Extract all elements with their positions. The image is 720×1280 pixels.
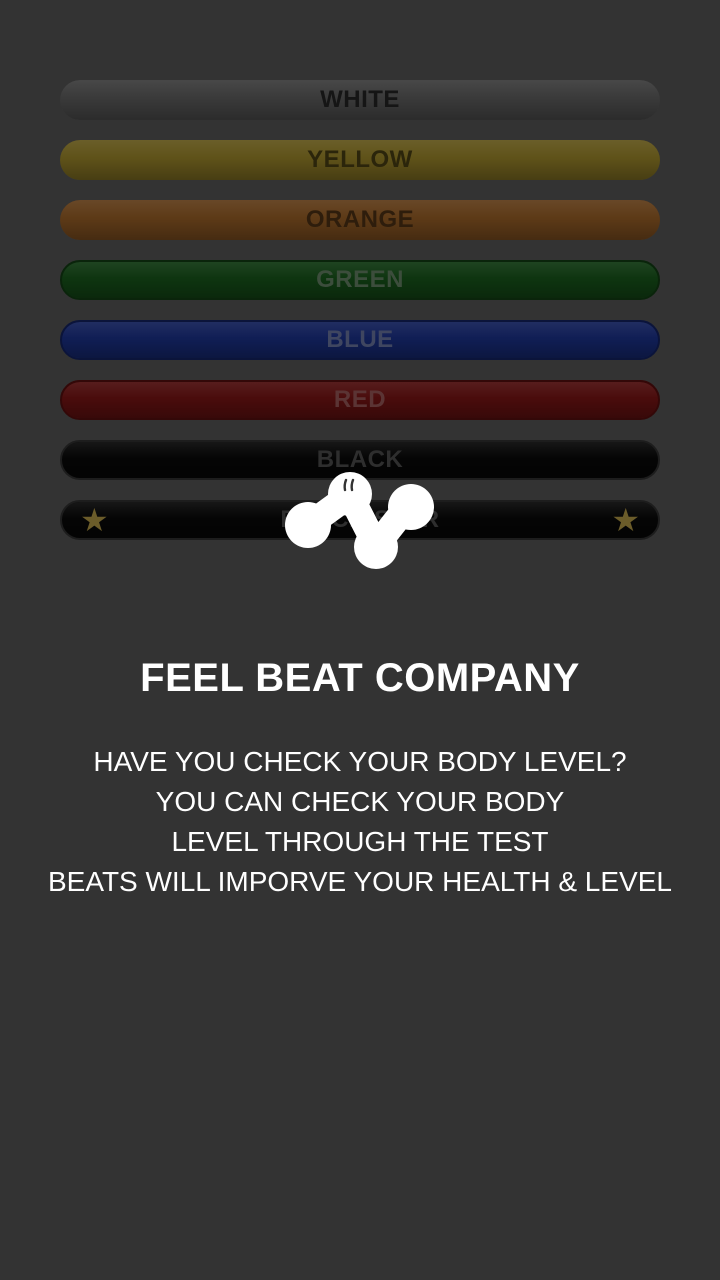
- belt-level-label: RED: [333, 386, 387, 413]
- feel-beat-logo-icon: [280, 468, 440, 574]
- company-name: FEEL BEAT COMPANY: [140, 656, 580, 700]
- belt-level-red: RED: [60, 380, 660, 420]
- belt-level-label: BLUE: [326, 326, 394, 353]
- belt-level-yellow: YELLOW: [60, 140, 660, 180]
- star-icon: ★: [611, 502, 640, 538]
- description-line: LEVEL THROUGH THE TEST: [171, 826, 549, 857]
- description-line: YOU CAN CHECK YOUR BODY: [155, 786, 565, 817]
- splash-screen: WHITE YELLOW ORANGE GREEN BLUE RED BLACK…: [0, 0, 720, 1280]
- belt-level-white: WHITE: [60, 80, 660, 120]
- belt-level-label: WHITE: [320, 86, 400, 113]
- belt-level-label: GREEN: [316, 266, 404, 293]
- star-icon: ★: [80, 502, 109, 538]
- description-line: HAVE YOU CHECK YOUR BODY LEVEL?: [93, 746, 627, 777]
- belt-level-label: ORANGE: [305, 206, 415, 233]
- belt-level-orange: ORANGE: [60, 200, 660, 240]
- belt-level-green: GREEN: [60, 260, 660, 300]
- intro-description: HAVE YOU CHECK YOUR BODY LEVEL? YOU CAN …: [0, 742, 720, 902]
- belt-level-blue: BLUE: [60, 320, 660, 360]
- description-line: BEATS WILL IMPORVE YOUR HEALTH & LEVEL: [48, 866, 672, 897]
- belt-level-label: YELLOW: [307, 146, 413, 173]
